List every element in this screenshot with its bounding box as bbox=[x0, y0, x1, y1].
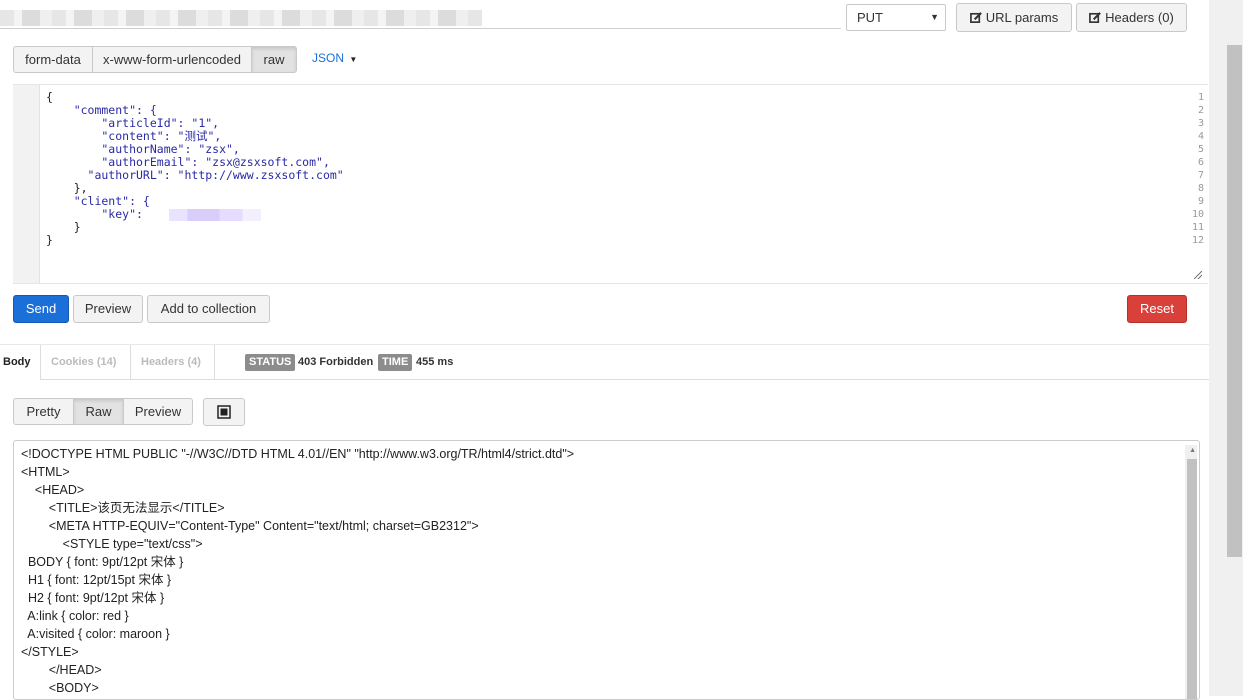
line-number: 12 bbox=[1191, 235, 1204, 246]
scroll-up-arrow-icon[interactable]: ▲ bbox=[1189, 447, 1196, 454]
status-value: 403 Forbidden bbox=[298, 356, 374, 368]
fullscreen-icon bbox=[217, 405, 231, 419]
line-number: 2 bbox=[1197, 105, 1204, 116]
edit-icon bbox=[969, 12, 982, 23]
response-line: </HEAD> bbox=[21, 663, 102, 677]
tab-x-www-form-urlencoded[interactable]: x-www-form-urlencoded bbox=[92, 46, 252, 73]
format-dropdown[interactable]: JSON ▼ bbox=[312, 51, 357, 65]
tab-form-data[interactable]: form-data bbox=[13, 46, 93, 73]
format-label: JSON bbox=[312, 51, 345, 65]
response-line: <STYLE type="text/css"> bbox=[21, 537, 203, 551]
line-number: 1 bbox=[1197, 92, 1204, 103]
code-line: } bbox=[46, 233, 53, 247]
response-line: BODY { font: 9pt/12pt 宋体 } bbox=[21, 555, 184, 569]
response-line: <META HTTP-EQUIV="Content-Type" Content=… bbox=[21, 519, 479, 533]
response-line: </STYLE> bbox=[21, 645, 79, 659]
line-number: 8 bbox=[1197, 183, 1204, 194]
response-line: <TITLE>该页无法显示</TITLE> bbox=[21, 501, 225, 515]
resize-handle-icon[interactable] bbox=[1194, 271, 1202, 279]
tab-response-body[interactable]: Body bbox=[0, 345, 41, 380]
fullscreen-button[interactable] bbox=[203, 398, 245, 426]
url-input-underline bbox=[0, 28, 841, 29]
line-number: 7 bbox=[1197, 170, 1204, 181]
url-params-button[interactable]: URL params bbox=[956, 3, 1072, 32]
headers-label: Headers (0) bbox=[1105, 10, 1174, 25]
response-line: A:visited { color: maroon } bbox=[21, 627, 170, 641]
line-number: 6 bbox=[1197, 157, 1204, 168]
method-select[interactable]: PUT ▼ bbox=[846, 4, 946, 31]
headers-button[interactable]: Headers (0) bbox=[1076, 3, 1187, 32]
code-line: "authorURL": "http://www.zsxsoft.com" bbox=[46, 168, 344, 182]
url-params-label: URL params bbox=[985, 10, 1059, 25]
response-line: <HEAD> bbox=[21, 483, 85, 497]
send-button[interactable]: Send bbox=[13, 295, 69, 323]
tab-preview-response[interactable]: Preview bbox=[123, 398, 193, 425]
chevron-down-icon: ▼ bbox=[930, 12, 939, 22]
reset-button[interactable]: Reset bbox=[1127, 295, 1187, 323]
edit-icon bbox=[1089, 12, 1102, 23]
add-to-collection-button[interactable]: Add to collection bbox=[147, 295, 270, 323]
status-badge: STATUS bbox=[245, 354, 296, 371]
response-line: H1 { font: 12pt/15pt 宋体 } bbox=[21, 573, 172, 587]
response-body[interactable]: <!DOCTYPE HTML PUBLIC "-//W3C//DTD HTML … bbox=[13, 440, 1200, 700]
raw-body-editor[interactable]: 1 2 3 4 5 6 7 8 9 10 11 12 { "comment": … bbox=[13, 84, 1208, 284]
line-number: 4 bbox=[1197, 131, 1204, 142]
line-number-gutter bbox=[13, 85, 40, 283]
line-number: 9 bbox=[1197, 196, 1204, 207]
line-number: 3 bbox=[1197, 118, 1204, 129]
line-number: 10 bbox=[1191, 209, 1204, 220]
response-scrollbar-thumb[interactable] bbox=[1187, 459, 1197, 699]
response-line: H2 { font: 9pt/12pt 宋体 } bbox=[21, 591, 165, 605]
method-value: PUT bbox=[857, 10, 883, 25]
tab-raw[interactable]: raw bbox=[251, 46, 297, 73]
tab-pretty[interactable]: Pretty bbox=[13, 398, 74, 425]
response-line: <BODY> bbox=[21, 681, 99, 695]
response-line: A:link { color: red } bbox=[21, 609, 129, 623]
tab-response-cookies[interactable]: Cookies (14) bbox=[41, 345, 131, 380]
redacted-key-value bbox=[169, 209, 261, 221]
url-input-blurred[interactable] bbox=[0, 10, 482, 26]
page-scrollbar-thumb[interactable] bbox=[1227, 45, 1242, 557]
response-line: <HTML> bbox=[21, 465, 70, 479]
response-line: <!DOCTYPE HTML PUBLIC "-//W3C//DTD HTML … bbox=[21, 447, 575, 461]
preview-button[interactable]: Preview bbox=[73, 295, 143, 323]
line-number: 5 bbox=[1197, 144, 1204, 155]
line-number: 11 bbox=[1191, 222, 1204, 233]
tab-response-headers[interactable]: Headers (4) bbox=[131, 345, 215, 380]
time-value: 455 ms bbox=[416, 356, 454, 368]
tab-raw-response[interactable]: Raw bbox=[73, 398, 124, 425]
time-badge: TIME bbox=[378, 354, 413, 371]
caret-down-icon: ▼ bbox=[349, 55, 358, 64]
